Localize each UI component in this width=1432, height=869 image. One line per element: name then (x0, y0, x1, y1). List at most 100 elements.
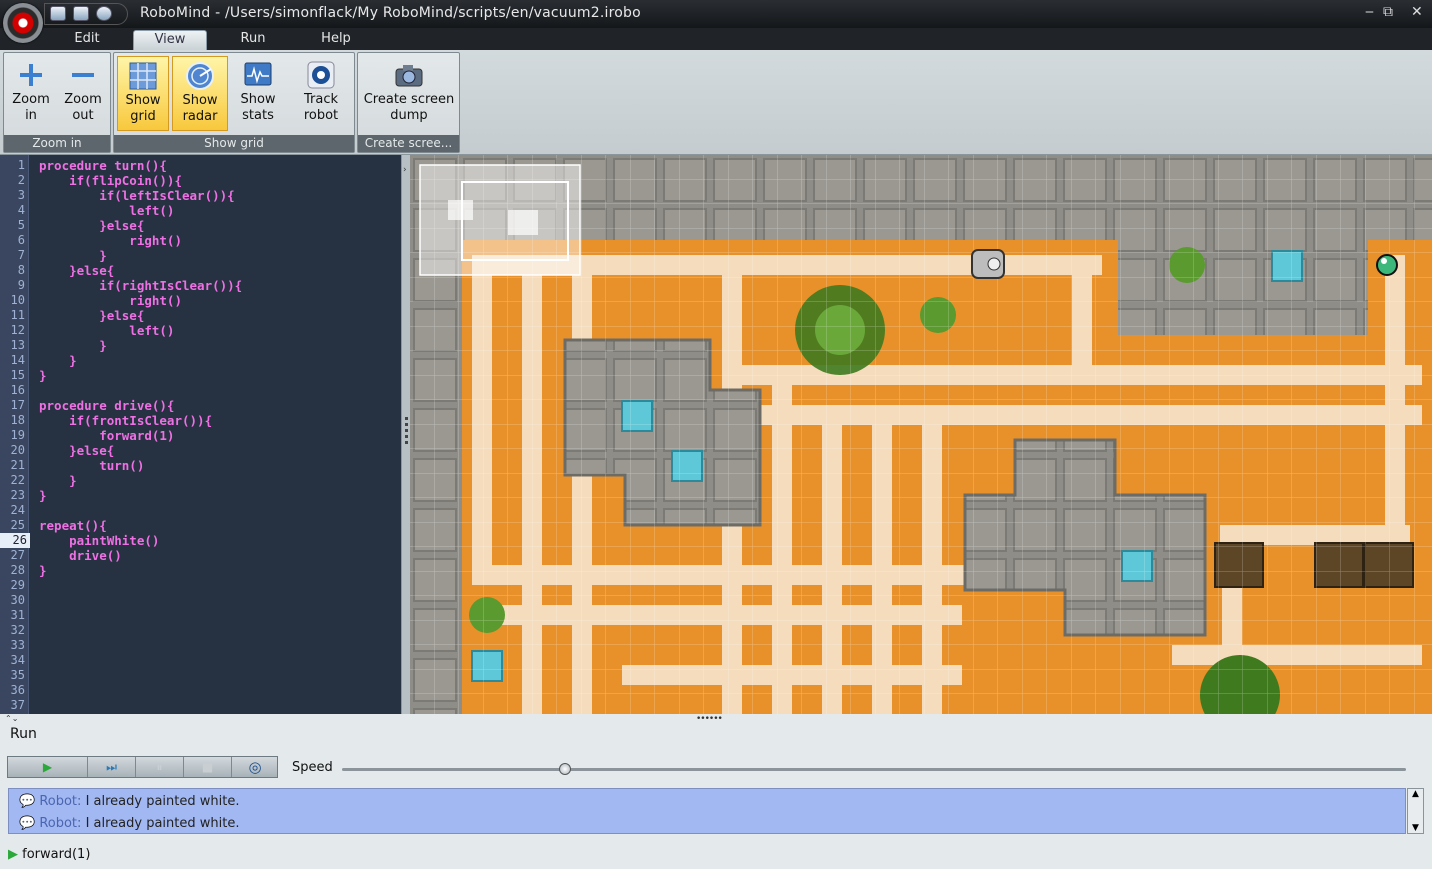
code-line[interactable]: right() (39, 293, 182, 308)
app-logo-icon[interactable] (3, 3, 43, 43)
web-icon[interactable] (96, 6, 112, 21)
pause-button[interactable]: ⏸ (136, 757, 184, 777)
code-line[interactable]: repeat(){ (39, 518, 107, 533)
menu-help[interactable]: Help (313, 30, 359, 50)
radar-toggle-button[interactable]: ◎ (232, 757, 278, 777)
scroll-down-icon[interactable]: ▼ (1408, 823, 1423, 833)
open-icon[interactable] (50, 6, 66, 21)
line-number-gutter: 1 2 3 4 5 6 7 8 9 10 11 12 13 14 15 16 17 18 19 20 21 22 23 24 2… (0, 155, 30, 714)
world-view[interactable] (410, 155, 1432, 714)
zoom-in-label: Zoom (12, 92, 50, 107)
line-number: 30 (10, 593, 25, 607)
zoom-out-icon (72, 73, 94, 77)
line-number: 25 (10, 518, 25, 532)
create-screen-dump-label: Create screen (363, 92, 455, 107)
zoom-out-button[interactable]: Zoom out (58, 56, 108, 131)
splitter-grip-dot (405, 429, 408, 432)
show-radar-button[interactable]: Show radar (172, 56, 228, 131)
line-number: 7 (17, 248, 25, 262)
radar-minimap[interactable] (419, 164, 581, 276)
scroll-up-icon[interactable]: ▲ (1408, 789, 1423, 799)
code-line[interactable]: left() (39, 203, 174, 218)
code-line[interactable]: turn() (39, 458, 144, 473)
status-text: forward(1) (22, 847, 91, 862)
line-number: 4 (17, 203, 25, 217)
message-log[interactable]: 💬 Robot: I already painted white. 💬 Robo… (8, 788, 1406, 834)
code-line[interactable]: forward(1) (39, 428, 174, 443)
code-line[interactable]: } (39, 248, 107, 263)
track-robot-label-2: robot (303, 108, 339, 123)
line-number: 1 (17, 158, 25, 172)
code-line[interactable]: paintWhite() (39, 533, 159, 548)
line-number: 36 (10, 683, 25, 697)
code-line[interactable]: if(rightIsClear()){ (39, 278, 242, 293)
code-line[interactable]: } (39, 488, 47, 503)
code-line[interactable]: }else{ (39, 308, 144, 323)
camera-icon (395, 65, 423, 87)
close-button[interactable]: ✕ (1411, 4, 1423, 20)
line-number: 37 (10, 698, 25, 712)
line-number: 8 (17, 263, 25, 277)
code-line[interactable]: procedure drive(){ (39, 398, 174, 413)
code-line[interactable]: if(frontIsClear()){ (39, 413, 212, 428)
beacon-icon (1376, 254, 1398, 276)
save-icon[interactable] (73, 6, 89, 21)
line-number: 18 (10, 413, 25, 427)
code-line[interactable]: }else{ (39, 443, 114, 458)
stats-icon (244, 62, 272, 86)
zoom-in-button[interactable]: Zoom in (6, 56, 56, 131)
code-line[interactable]: if(flipCoin()){ (39, 173, 182, 188)
code-line[interactable]: procedure turn(){ (39, 158, 167, 173)
menu-view[interactable]: View (133, 30, 207, 50)
stop-button[interactable]: ■ (184, 757, 232, 777)
code-line[interactable]: } (39, 473, 77, 488)
log-message: 💬 Robot: I already painted white. (19, 816, 239, 831)
view-group: Show grid Show radar Show stats Track ro… (113, 52, 355, 153)
code-line[interactable]: if(leftIsClear()){ (39, 188, 234, 203)
step-button[interactable]: ⏭ (88, 757, 136, 777)
code-line[interactable]: drive() (39, 548, 122, 563)
line-number: 31 (10, 608, 25, 622)
line-number: 9 (17, 278, 25, 292)
menu-edit[interactable]: Edit (66, 30, 108, 50)
line-number: 10 (10, 293, 25, 307)
restore-button[interactable]: ⧉ (1383, 4, 1393, 20)
expand-collapse-icon[interactable]: ⌃⌄ (5, 714, 18, 723)
dump-group: Create screen dump Create scree... (357, 52, 460, 153)
vertical-splitter[interactable]: › (401, 155, 410, 714)
track-robot-button[interactable]: Track robot (294, 56, 348, 131)
show-stats-button[interactable]: Show stats (232, 56, 284, 131)
zoom-group: Zoom in Zoom out Zoom in (3, 52, 111, 153)
code-line[interactable]: } (39, 353, 77, 368)
message-scrollbar[interactable]: ▲ ▼ (1407, 788, 1424, 834)
target-icon (307, 61, 335, 89)
track-robot-label: Track (303, 92, 339, 107)
code-line[interactable]: }else{ (39, 218, 144, 233)
message-sender: Robot: (39, 816, 82, 831)
code-editor[interactable]: 1 2 3 4 5 6 7 8 9 10 11 12 13 14 15 16 17 18 19 20 21 22 23 24 2… (0, 155, 401, 714)
splitter-grip-icon (405, 417, 408, 420)
zoom-in-label-2: in (25, 108, 37, 123)
code-line[interactable]: } (39, 368, 47, 383)
speed-slider-thumb[interactable] (559, 763, 572, 775)
speed-slider-track[interactable] (342, 768, 1406, 771)
play-button[interactable]: ▶ (8, 757, 88, 777)
minimize-button[interactable]: ‒ (1365, 4, 1374, 20)
run-controls: ▶ ⏭ ⏸ ■ ◎ (7, 756, 278, 778)
create-screen-dump-button[interactable]: Create screen dump (361, 56, 457, 131)
splitter-grip-dot (405, 441, 408, 444)
code-line[interactable]: } (39, 563, 47, 578)
play-status-icon: ▶ (8, 847, 18, 862)
code-line[interactable]: } (39, 338, 107, 353)
code-line[interactable]: right() (39, 233, 182, 248)
line-number: 28 (10, 563, 25, 577)
show-grid-label-2: grid (130, 109, 156, 124)
menu-run[interactable]: Run (233, 30, 273, 50)
code-line[interactable]: }else{ (39, 263, 114, 278)
dump-group-caption: Create scree... (358, 135, 459, 152)
panel-grip-icon[interactable]: •••••• (696, 714, 723, 724)
collapse-arrow-icon[interactable]: › (403, 165, 407, 175)
code-line[interactable]: left() (39, 323, 174, 338)
show-grid-button[interactable]: Show grid (117, 56, 169, 131)
line-number: 2 (17, 173, 25, 187)
